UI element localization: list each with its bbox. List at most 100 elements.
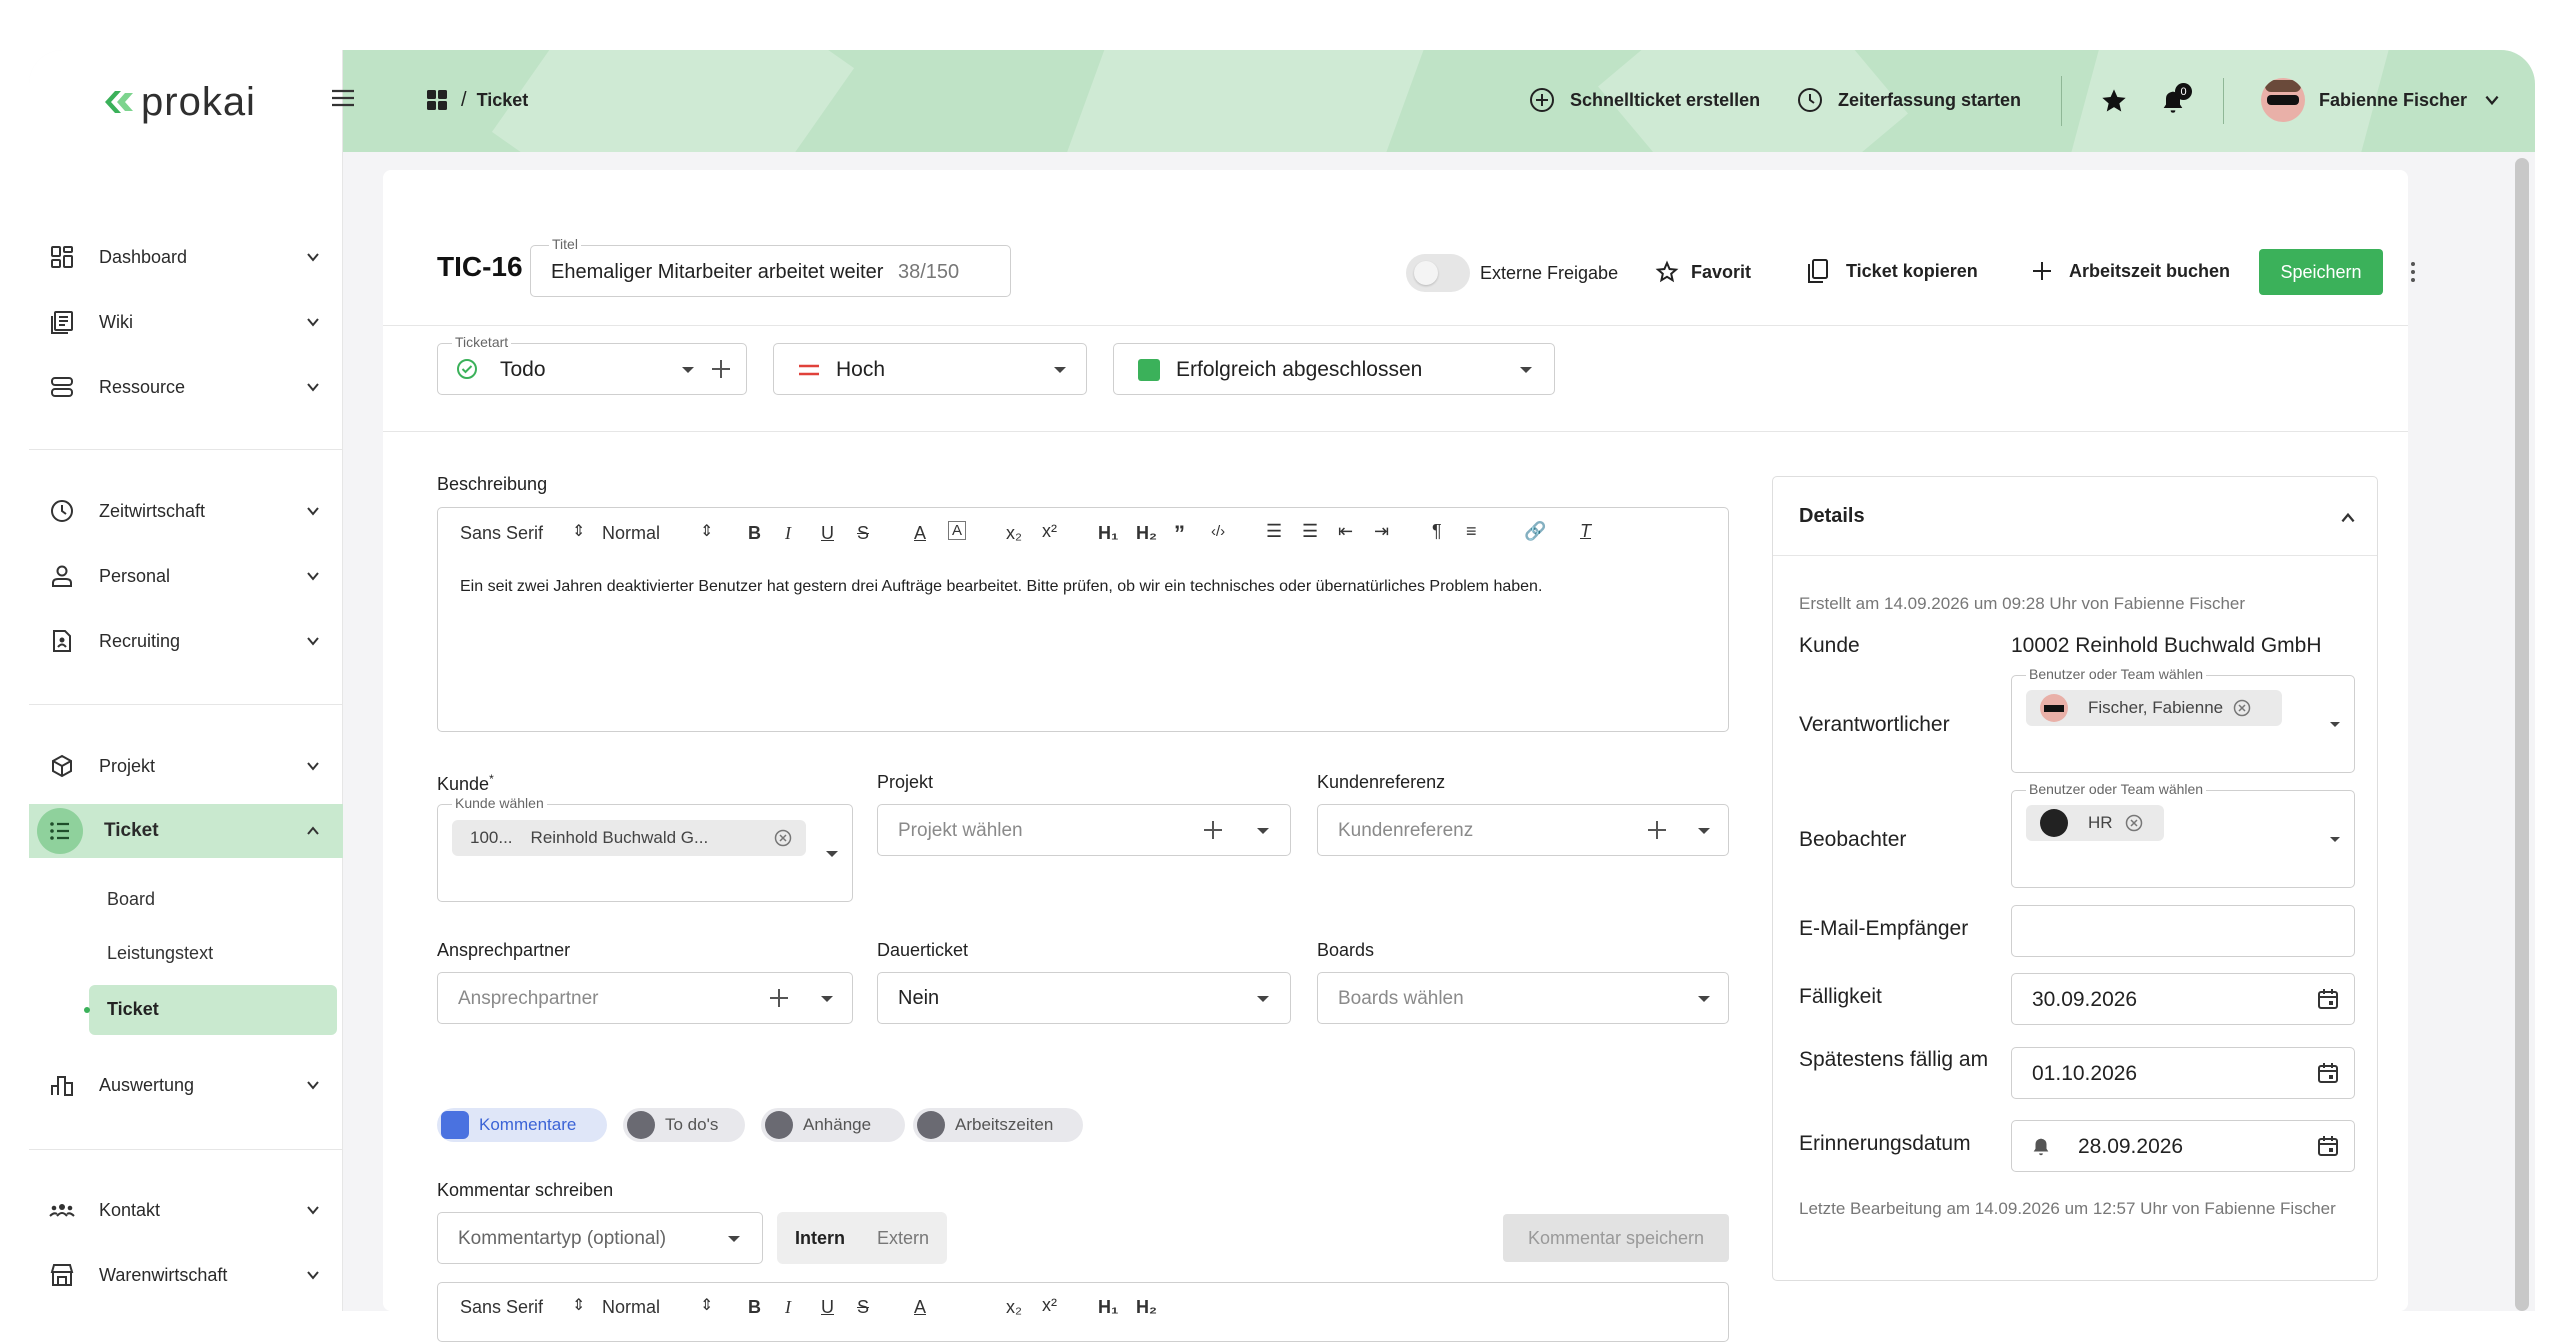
toggle-switch[interactable] bbox=[1406, 254, 1470, 292]
sidebar-item-recruiting[interactable]: Recruiting bbox=[29, 619, 343, 663]
custref-input[interactable]: Kundenreferenz bbox=[1317, 804, 1729, 856]
tab-todos[interactable]: To do's bbox=[623, 1108, 745, 1142]
observer-select[interactable]: Benutzer oder Team wählen HR bbox=[2011, 781, 2355, 888]
text-color-icon[interactable]: A bbox=[914, 523, 926, 544]
tab-arbeitszeiten[interactable]: Arbeitszeiten bbox=[913, 1108, 1083, 1142]
code-icon[interactable]: ‹/› bbox=[1211, 523, 1225, 540]
remove-circle-icon[interactable] bbox=[774, 829, 792, 847]
superscript-icon[interactable]: x² bbox=[1042, 1295, 1057, 1316]
italic-icon[interactable]: I bbox=[785, 1297, 791, 1318]
sidebar-item-personal[interactable]: Personal bbox=[29, 554, 343, 598]
calendar-icon[interactable] bbox=[2316, 987, 2340, 1011]
link-icon[interactable]: 🔗 bbox=[1524, 521, 1546, 542]
sidebar-subitem-leistungstext[interactable]: Leistungstext bbox=[107, 943, 213, 964]
sidebar-item-projekt[interactable]: Projekt bbox=[29, 744, 343, 788]
latest-due-input[interactable]: 01.10.2026 bbox=[2011, 1047, 2355, 1099]
grid-icon[interactable] bbox=[425, 88, 449, 112]
customer-select[interactable]: Kunde wählen 100... Reinhold Buchwald G.… bbox=[437, 795, 853, 902]
sidebar-item-dashboard[interactable]: Dashboard bbox=[29, 235, 343, 279]
size-select-arrow-icon[interactable]: ⇕ bbox=[700, 1295, 713, 1315]
font-select[interactable]: Sans Serif bbox=[460, 523, 543, 544]
copy-ticket-button[interactable]: Ticket kopieren bbox=[1806, 258, 1978, 284]
ticket-type-select[interactable]: Ticketart Todo bbox=[437, 334, 747, 395]
italic-icon[interactable]: I bbox=[785, 523, 791, 544]
save-button[interactable]: Speichern bbox=[2259, 249, 2383, 295]
email-recipient-input[interactable] bbox=[2011, 905, 2355, 957]
superscript-icon[interactable]: x² bbox=[1042, 521, 1057, 542]
menu-toggle[interactable] bbox=[330, 86, 356, 115]
align-icon[interactable]: ≡ bbox=[1466, 521, 1477, 542]
logo[interactable]: prokai bbox=[101, 76, 256, 128]
boards-select[interactable]: Boards wählen bbox=[1317, 972, 1729, 1024]
permanent-select[interactable]: Nein bbox=[877, 972, 1291, 1024]
priority-select[interactable]: Hoch bbox=[773, 343, 1087, 395]
heading1-icon[interactable]: H₁ bbox=[1098, 1297, 1118, 1318]
project-select[interactable]: Projekt wählen bbox=[877, 804, 1291, 856]
sidebar-item-ticket[interactable]: Ticket bbox=[29, 804, 343, 858]
bold-icon[interactable]: B bbox=[748, 1297, 761, 1318]
contact-select[interactable]: Ansprechpartner bbox=[437, 972, 853, 1024]
size-select-arrow-icon[interactable]: ⇕ bbox=[700, 521, 713, 541]
reminder-date-input[interactable]: 28.09.2026 bbox=[2011, 1120, 2355, 1172]
underline-icon[interactable]: U bbox=[821, 523, 834, 544]
sidebar-subitem-board[interactable]: Board bbox=[107, 889, 155, 910]
size-select[interactable]: Normal bbox=[602, 523, 660, 544]
subscript-icon[interactable]: x₂ bbox=[1006, 523, 1022, 544]
comment-save-button[interactable]: Kommentar speichern bbox=[1503, 1214, 1729, 1262]
time-tracking-button[interactable]: Zeiterfassung starten bbox=[1796, 86, 2021, 114]
intern-option[interactable]: Intern bbox=[795, 1228, 845, 1249]
details-customer-value[interactable]: 10002 Reinhold Buchwald GmbH bbox=[2011, 634, 2322, 658]
clear-format-icon[interactable]: T bbox=[1580, 521, 1591, 542]
plus-icon[interactable] bbox=[1204, 821, 1222, 839]
comment-type-select[interactable]: Kommentartyp (optional) bbox=[437, 1212, 763, 1264]
chevron-up-icon[interactable] bbox=[2339, 509, 2357, 527]
customer-chip[interactable]: 100... Reinhold Buchwald G... bbox=[452, 820, 806, 856]
plus-icon[interactable] bbox=[1648, 821, 1666, 839]
underline-icon[interactable]: U bbox=[821, 1297, 834, 1318]
extern-option[interactable]: Extern bbox=[877, 1228, 929, 1249]
more-vertical-icon[interactable] bbox=[2409, 260, 2417, 284]
tab-anhaenge[interactable]: Anhänge bbox=[761, 1108, 905, 1142]
heading2-icon[interactable]: H₂ bbox=[1136, 1297, 1157, 1318]
heading1-icon[interactable]: H₁ bbox=[1098, 523, 1118, 544]
sidebar-item-auswertung[interactable]: Auswertung bbox=[29, 1063, 343, 1107]
status-select[interactable]: Erfolgreich abgeschlossen bbox=[1113, 343, 1555, 395]
description-text[interactable]: Ein seit zwei Jahren deaktivierter Benut… bbox=[460, 578, 1710, 596]
calendar-icon[interactable] bbox=[2316, 1061, 2340, 1085]
title-input[interactable]: Ehemaliger Mitarbeiter arbeitet weiter bbox=[551, 261, 896, 284]
remove-circle-icon[interactable] bbox=[2125, 814, 2143, 832]
bullet-list-icon[interactable]: ☰ bbox=[1302, 521, 1318, 542]
sidebar-item-kontakt[interactable]: Kontakt bbox=[29, 1188, 343, 1232]
title-field[interactable]: Titel Ehemaliger Mitarbeiter arbeitet we… bbox=[530, 236, 1011, 297]
sidebar-item-ressource[interactable]: Ressource bbox=[29, 365, 343, 409]
observer-chip[interactable]: HR bbox=[2026, 805, 2164, 841]
ordered-list-icon[interactable]: ☰ bbox=[1266, 521, 1282, 542]
size-select[interactable]: Normal bbox=[602, 1297, 660, 1318]
tab-kommentare[interactable]: Kommentare bbox=[437, 1108, 607, 1142]
intern-extern-toggle[interactable]: Intern Extern bbox=[777, 1212, 947, 1264]
font-select-arrow-icon[interactable]: ⇕ bbox=[572, 1295, 585, 1315]
sidebar-item-zeitwirtschaft[interactable]: Zeitwirtschaft bbox=[29, 489, 343, 533]
outdent-icon[interactable]: ⇤ bbox=[1338, 521, 1353, 542]
subscript-icon[interactable]: x₂ bbox=[1006, 1297, 1022, 1318]
comment-editor[interactable]: Sans Serif ⇕ Normal ⇕ B I U S A x₂ x² H₁… bbox=[437, 1282, 1729, 1342]
font-select-arrow-icon[interactable]: ⇕ bbox=[572, 521, 585, 541]
font-select[interactable]: Sans Serif bbox=[460, 1297, 543, 1318]
user-menu[interactable]: Fabienne Fischer bbox=[2261, 78, 2501, 122]
sidebar-subitem-ticket-active[interactable]: Ticket bbox=[84, 985, 337, 1035]
due-date-input[interactable]: 30.09.2026 bbox=[2011, 973, 2355, 1025]
indent-icon[interactable]: ⇥ bbox=[1374, 521, 1389, 542]
plus-icon[interactable] bbox=[712, 360, 730, 378]
calendar-icon[interactable] bbox=[2316, 1134, 2340, 1158]
remove-circle-icon[interactable] bbox=[2233, 699, 2251, 717]
scrollbar[interactable] bbox=[2511, 152, 2535, 1311]
strike-icon[interactable]: S bbox=[857, 523, 869, 544]
responsible-chip[interactable]: Fischer, Fabienne bbox=[2026, 690, 2282, 726]
bold-icon[interactable]: B bbox=[748, 523, 761, 544]
responsible-select[interactable]: Benutzer oder Team wählen Fischer, Fabie… bbox=[2011, 666, 2355, 773]
blockquote-icon[interactable]: ” bbox=[1174, 521, 1185, 547]
description-editor[interactable]: Sans Serif ⇕ Normal ⇕ B I U S A A x₂ x² … bbox=[437, 507, 1729, 732]
sidebar-item-wiki[interactable]: Wiki bbox=[29, 300, 343, 344]
strike-icon[interactable]: S bbox=[857, 1297, 869, 1318]
scrollbar-thumb[interactable] bbox=[2515, 158, 2529, 1311]
